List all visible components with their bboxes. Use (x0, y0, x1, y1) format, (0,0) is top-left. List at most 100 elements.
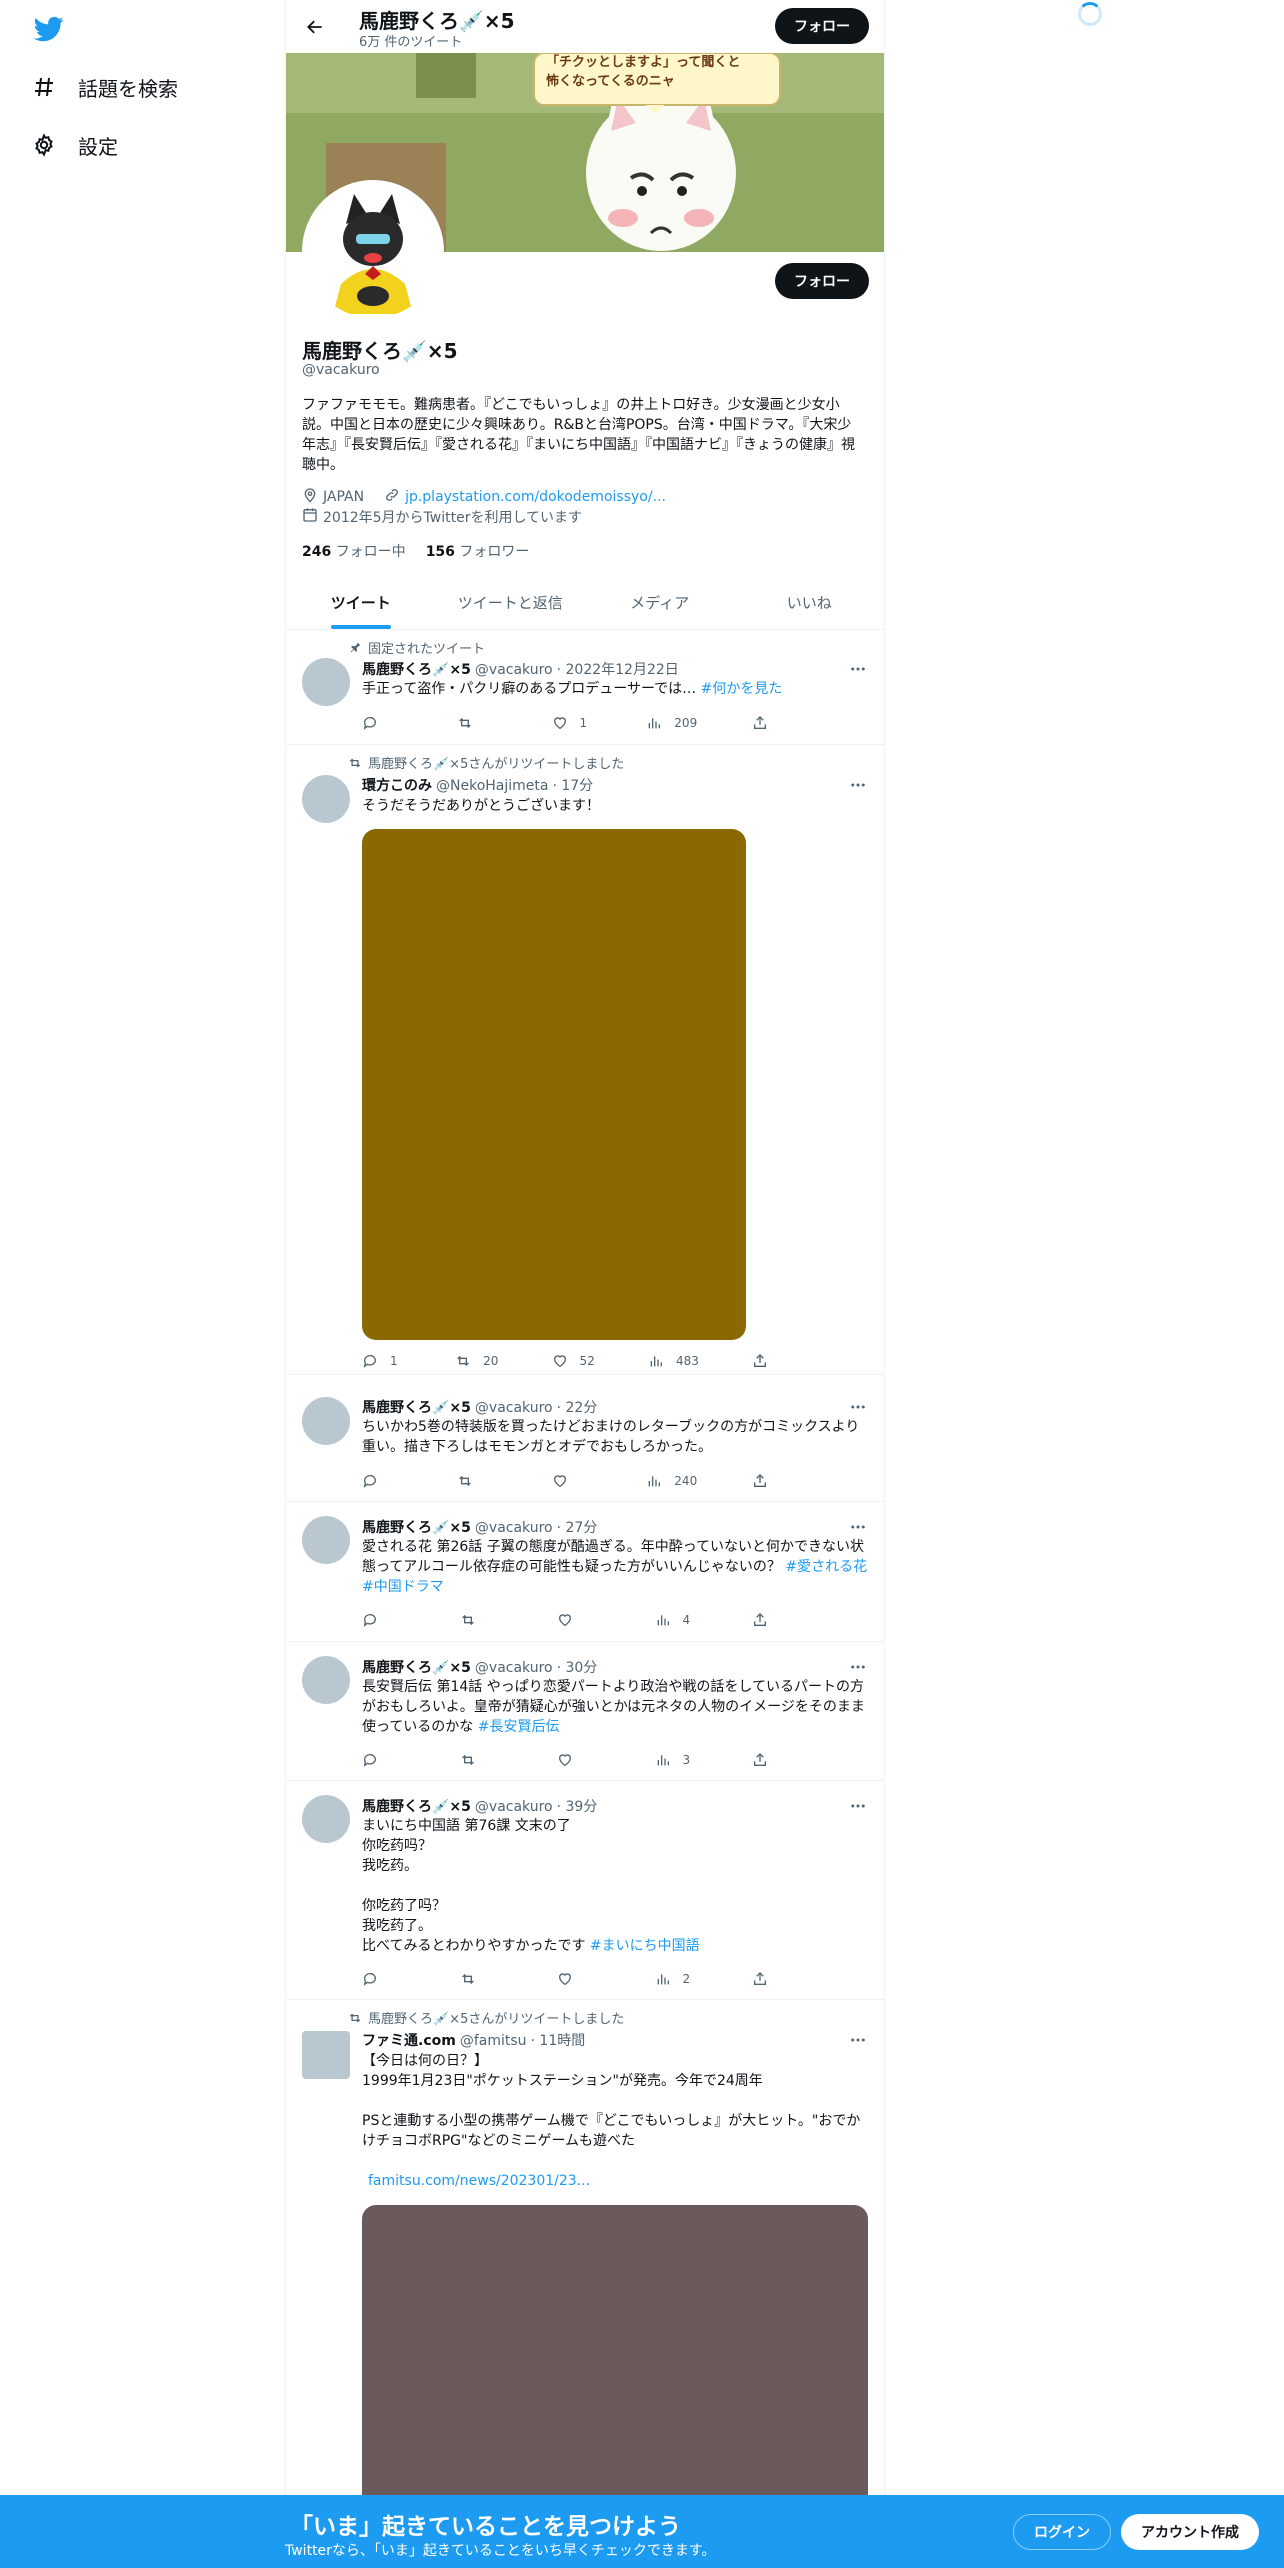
tweet-time[interactable]: · 30分 (557, 1657, 598, 1677)
tweet-author-name[interactable]: 環方このみ (362, 775, 432, 795)
retweet-button[interactable] (457, 1473, 497, 1489)
nav-settings[interactable]: 設定 (30, 122, 118, 168)
share-button[interactable] (752, 1752, 792, 1768)
tweet-avatar[interactable] (302, 658, 350, 706)
tweet-author-name[interactable]: 馬鹿野くろ💉×5 (362, 1397, 471, 1417)
share-button[interactable] (752, 715, 792, 731)
more-icon[interactable] (848, 1659, 868, 1675)
followers-count: 156 (425, 544, 455, 560)
more-icon[interactable] (848, 2032, 868, 2048)
tweet-hashtag[interactable]: #長安賢后伝 (478, 1719, 560, 1735)
more-icon[interactable] (848, 777, 868, 793)
retweet-button[interactable] (460, 1752, 500, 1768)
tab-tweets-and-replies[interactable]: ツイートと返信 (436, 576, 586, 629)
tab-media[interactable]: メディア (585, 576, 735, 629)
tweet-time[interactable]: · 11時間 (531, 2030, 586, 2050)
more-icon[interactable] (848, 1798, 868, 1814)
reply-button[interactable] (362, 1612, 402, 1628)
tweet-author-handle[interactable]: @vacakuro (475, 1799, 553, 1815)
reply-button[interactable] (362, 1473, 402, 1489)
tweet-hashtag[interactable]: #まいにち中国語 (590, 1938, 700, 1954)
share-button[interactable] (752, 1353, 792, 1369)
signup-button[interactable]: アカウント作成 (1121, 2514, 1259, 2550)
tweet-author-name[interactable]: 馬鹿野くろ💉×5 (362, 1657, 471, 1677)
twitter-logo-icon[interactable] (32, 14, 66, 44)
tweet-author-handle[interactable]: @vacakuro (475, 1520, 553, 1536)
tweet-time[interactable]: · 27分 (557, 1517, 598, 1537)
views-button[interactable]: 4 (655, 1612, 695, 1628)
share-button[interactable] (752, 1473, 792, 1489)
tweet-author-handle[interactable]: @vacakuro (475, 1660, 553, 1676)
like-button[interactable] (552, 1473, 592, 1489)
tweet-author-name[interactable]: 馬鹿野くろ💉×5 (362, 659, 471, 679)
views-button[interactable]: 3 (655, 1752, 695, 1768)
tweet-author-name[interactable]: ファミ通.com (362, 2030, 456, 2050)
tweet-item[interactable]: 馬鹿野くろ💉×5 @vacakuro · 39分 まいにち中国語 第76課 文末… (286, 1781, 884, 2000)
profile-website-link[interactable]: jp.playstation.com/dokodemoissyo/... (405, 489, 666, 505)
tweet-time[interactable]: · 2022年12月22日 (557, 659, 679, 679)
views-button[interactable]: 483 (648, 1353, 699, 1369)
tweet-item[interactable]: 馬鹿野くろ💉×5 @vacakuro · 22分 ちいかわ5巻の特装版を買ったけ… (286, 1375, 884, 1502)
nav-explore[interactable]: 話題を検索 (30, 64, 178, 110)
tweet-item[interactable]: 馬鹿野くろ💉×5 @vacakuro · 27分 愛される花 第26話 子翼の態… (286, 1502, 884, 1642)
tweet-link[interactable]: famitsu.com/news/202301/23... (368, 2173, 590, 2189)
tweet-item[interactable]: 馬鹿野くろ💉×5さんがリツイートしました ファミ通.com @famitsu ·… (286, 2000, 884, 2568)
tweet-header: 馬鹿野くろ💉×5 @vacakuro · 39分 (362, 1796, 597, 1816)
tweet-item[interactable]: 馬鹿野くろ💉×5さんがリツイートしました 環方このみ @NekoHajimeta… (286, 745, 884, 1375)
tweet-avatar[interactable] (302, 1397, 350, 1445)
login-button[interactable]: ログイン (1013, 2514, 1111, 2550)
tweet-item[interactable]: 固定されたツイート 馬鹿野くろ💉×5 @vacakuro · 2022年12月2… (286, 631, 884, 745)
tweet-hashtag[interactable]: #愛される花 (785, 1559, 867, 1575)
tweet-avatar[interactable] (302, 2031, 350, 2079)
tweet-time[interactable]: · 17分 (552, 775, 593, 795)
like-button[interactable] (557, 1971, 597, 1987)
signup-banner: 「いま」起きていることを見つけよう Twitterなら、「いま」起きていることを… (0, 2495, 1284, 2568)
like-button[interactable] (557, 1752, 597, 1768)
reply-button[interactable] (362, 715, 402, 731)
tweet-time[interactable]: · 39分 (557, 1796, 598, 1816)
tweet-text: まいにち中国語 第76課 文末の了 你吃药吗？ 我吃药。 你吃药了吗？ 我吃药了… (362, 1816, 868, 1956)
retweet-button[interactable] (460, 1612, 500, 1628)
retweet-button[interactable] (457, 715, 497, 731)
tweet-author-handle[interactable]: @vacakuro (475, 662, 553, 678)
tweet-author-handle[interactable]: @famitsu (460, 2033, 527, 2049)
profile-follow-button[interactable]: フォロー (775, 263, 869, 299)
tweet-hashtag[interactable]: #何かを見た (701, 681, 783, 697)
like-button[interactable]: 52 (552, 1353, 595, 1369)
followers-link[interactable]: 156 フォロワー (426, 541, 530, 561)
more-icon[interactable] (848, 1519, 868, 1535)
tweet-media-image[interactable] (362, 829, 746, 1340)
tweet-item[interactable]: 馬鹿野くろ💉×5 @vacakuro · 30分 長安賢后伝 第14話 やっぱり… (286, 1642, 884, 1781)
retweet-button[interactable]: 20 (455, 1353, 498, 1369)
reply-button[interactable] (362, 1971, 402, 1987)
like-button[interactable] (557, 1612, 597, 1628)
views-button[interactable]: 2 (655, 1971, 695, 1987)
following-link[interactable]: 246 フォロー中 (302, 541, 406, 561)
more-icon[interactable] (848, 1399, 868, 1415)
tab-likes[interactable]: いいね (735, 576, 885, 629)
tweet-author-name[interactable]: 馬鹿野くろ💉×5 (362, 1796, 471, 1816)
tweet-avatar[interactable] (302, 1795, 350, 1843)
tweet-author-handle[interactable]: @NekoHajimeta (436, 778, 548, 794)
share-button[interactable] (752, 1971, 792, 1987)
back-button[interactable] (298, 10, 332, 44)
header-follow-button[interactable]: フォロー (775, 8, 869, 44)
tweet-avatar[interactable] (302, 775, 350, 823)
tab-tweets[interactable]: ツイート (286, 576, 436, 629)
tweet-avatar[interactable] (302, 1516, 350, 1564)
more-icon[interactable] (848, 661, 868, 677)
retweet-button[interactable] (460, 1971, 500, 1987)
profile-avatar[interactable] (302, 180, 444, 322)
reply-button[interactable]: 1 (362, 1353, 402, 1369)
tweet-author-handle[interactable]: @vacakuro (475, 1400, 553, 1416)
like-button[interactable]: 1 (552, 715, 592, 731)
views-button[interactable]: 209 (646, 715, 697, 731)
tweet-author-name[interactable]: 馬鹿野くろ💉×5 (362, 1517, 471, 1537)
tweet-time[interactable]: · 22分 (557, 1397, 598, 1417)
tweet-avatar[interactable] (302, 1656, 350, 1704)
share-button[interactable] (752, 1612, 792, 1628)
reply-button[interactable] (362, 1752, 402, 1768)
views-chart-icon (648, 1476, 661, 1487)
views-button[interactable]: 240 (646, 1473, 697, 1489)
tweet-hashtag[interactable]: #中国ドラマ (362, 1579, 444, 1595)
